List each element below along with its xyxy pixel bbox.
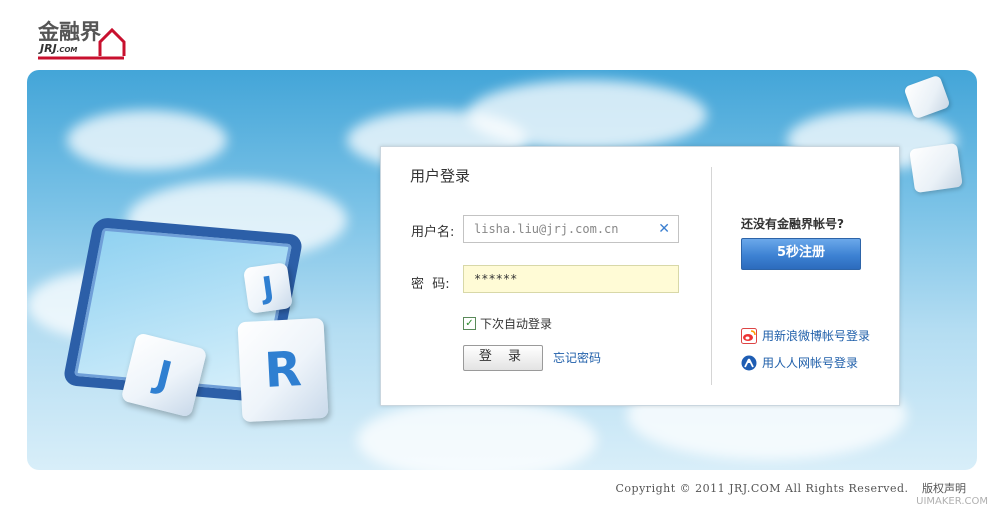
close-icon[interactable]: ✕	[658, 216, 670, 242]
watermark: UIMAKER.COM	[916, 496, 988, 507]
username-value: lisha.liu@jrj.com.cn	[474, 222, 619, 236]
copyright-text: Copyright © 2011 JRJ.COM All Rights Rese…	[615, 482, 909, 495]
copyright-statement-link[interactable]: 版权声明	[922, 482, 966, 495]
password-label: 密 码:	[411, 277, 450, 292]
renren-login-label: 用人人网帐号登录	[762, 356, 859, 370]
check-icon[interactable]: ✓	[463, 317, 476, 330]
divider	[711, 167, 712, 385]
forgot-password-link[interactable]: 忘记密码	[553, 349, 601, 366]
footer: Copyright © 2011 JRJ.COM All Rights Rese…	[616, 480, 966, 496]
username-label: 用户名:	[411, 225, 455, 240]
username-input[interactable]: lisha.liu@jrj.com.cn ✕	[463, 215, 679, 243]
login-panel: 用户登录 用户名: lisha.liu@jrj.com.cn ✕ 密 码: **…	[380, 146, 900, 406]
password-input[interactable]: ******	[463, 265, 679, 293]
login-title: 用户登录	[410, 167, 471, 185]
weibo-login-label: 用新浪微博帐号登录	[762, 329, 871, 343]
weibo-login-link[interactable]: 用新浪微博帐号登录	[741, 327, 870, 344]
logo-english-text: JRJ.COM	[40, 42, 78, 55]
remember-me-checkbox[interactable]: ✓ 下次自动登录	[463, 315, 552, 332]
register-button[interactable]: 5秒注册	[741, 238, 861, 270]
cube-j-small-graphic: J	[243, 262, 293, 314]
no-account-prompt: 还没有金融界帐号?	[741, 217, 844, 231]
weibo-icon	[741, 327, 757, 344]
password-value: ******	[474, 272, 518, 286]
remember-me-label: 下次自动登录	[480, 317, 553, 331]
renren-icon	[741, 355, 757, 370]
decorative-cube	[909, 142, 963, 194]
jrj-logo[interactable]: 金融界 JRJ.COM	[38, 16, 128, 60]
login-button[interactable]: 登 录	[463, 345, 543, 371]
renren-login-link[interactable]: 用人人网帐号登录	[741, 354, 858, 371]
cube-r-graphic: R	[237, 317, 329, 423]
